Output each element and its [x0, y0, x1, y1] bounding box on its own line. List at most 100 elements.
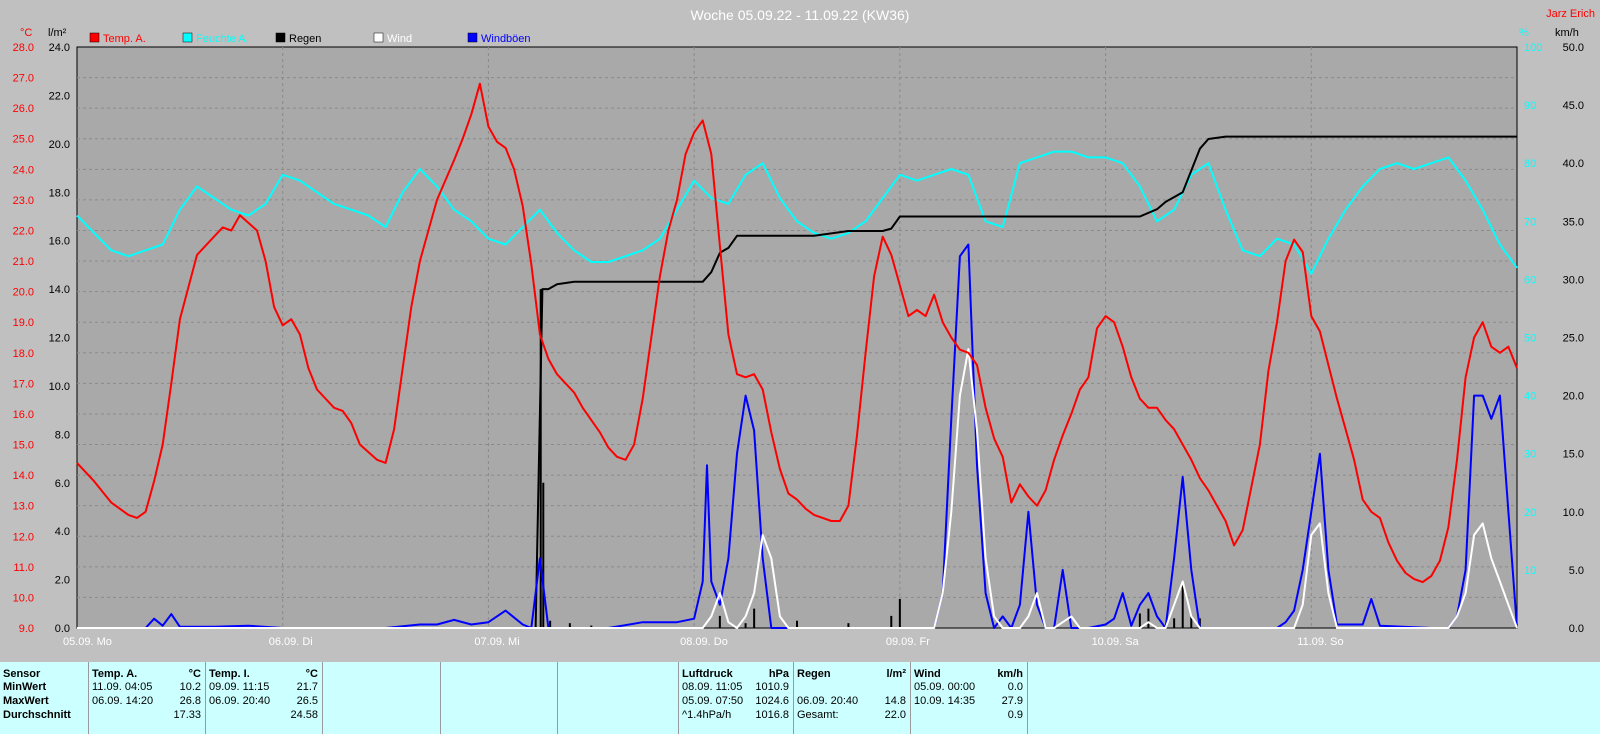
plot-area — [76, 46, 1518, 629]
row-label-min: MinWert — [3, 681, 47, 693]
rain-tick-label: 2.0 — [55, 575, 70, 587]
wind-tick-label: 40.0 — [1563, 158, 1584, 170]
humidity-tick-label: 70 — [1524, 216, 1536, 228]
rain-tick-label: 6.0 — [55, 478, 70, 490]
temp-tick-label: 15.0 — [13, 440, 34, 452]
luftdruck-min-time: 08.09. 11:05 — [682, 681, 743, 693]
humidity-tick-label: 30 — [1524, 449, 1536, 461]
humidity-tick-label: 40 — [1524, 391, 1536, 403]
regen-total-label: Gesamt: — [797, 709, 839, 721]
day-label: 11.09. So — [1297, 636, 1343, 648]
rain-unit-label: l/m² — [48, 27, 67, 39]
weather-chart: 28.0 27.0 26.0 25.0 24.0 23.0 22.0 21.0 20.0 19.0… — [0, 0, 1600, 662]
wind-unit-label: km/h — [1555, 27, 1579, 39]
legend-swatch — [373, 32, 384, 43]
stats-empty-column-2 — [441, 662, 558, 734]
temp-tick-label: 28.0 — [13, 42, 34, 54]
wind-unit: km/h — [997, 668, 1023, 680]
luftdruck-max-time: 05.09. 07:50 — [682, 695, 744, 707]
legend-label: Wind — [387, 33, 412, 45]
temp-i-avg-value: 24.58 — [290, 709, 318, 721]
day-label: 08.09. Do — [680, 636, 728, 648]
wind-tick-label: 45.0 — [1563, 100, 1584, 112]
wind-tick-label: 20.0 — [1563, 391, 1584, 403]
temp-tick-label: 10.0 — [13, 592, 34, 604]
stats-panel: Sensor MinWert MaxWert Durchschnitt Temp… — [0, 662, 1600, 734]
wind-tick-label: 35.0 — [1563, 216, 1584, 228]
regen-unit: l/m² — [886, 668, 906, 680]
wind-min-value: 0.0 — [1007, 681, 1023, 693]
stats-empty-column-1 — [323, 662, 441, 734]
temp-tick-label: 19.0 — [13, 317, 34, 329]
temp-tick-label: 27.0 — [13, 73, 34, 85]
temp-i-min-time: 09.09. 11:15 — [209, 681, 270, 693]
regen-max-value: 14.8 — [884, 695, 906, 707]
chart-title: Woche 05.09.22 - 11.09.22 (KW36) — [691, 7, 910, 23]
sensor-header: Sensor — [3, 668, 41, 680]
rain-tick-label: 8.0 — [55, 429, 70, 441]
wind-tick-label: 0.0 — [1569, 623, 1584, 635]
legend-label: Windböen — [481, 33, 531, 45]
wind-max-value: 27.9 — [1001, 695, 1023, 707]
temp-tick-label: 11.0 — [13, 562, 34, 574]
temp-tick-label: 14.0 — [13, 470, 34, 482]
stats-empty-column-4 — [1028, 662, 1600, 734]
legend-swatch — [182, 32, 193, 43]
luftdruck-trend: ^1.4hPa/h — [682, 709, 732, 721]
legend-swatch — [275, 32, 286, 43]
temp-i-max-value: 26.5 — [296, 695, 318, 707]
temp-tick-label: 23.0 — [13, 195, 34, 207]
stats-temp-a-column: Temp. A. °C 11.09. 04:05 10.2 06.09. 14:20… — [89, 662, 206, 734]
luftdruck-avg-value: 1016.8 — [755, 709, 789, 721]
temp-i-min-value: 21.7 — [296, 681, 318, 693]
wind-tick-label: 10.0 — [1563, 507, 1584, 519]
humidity-tick-label: 20 — [1524, 507, 1536, 519]
temp-tick-label: 22.0 — [13, 225, 34, 237]
temp-tick-label: 26.0 — [13, 103, 34, 115]
wind-tick-label: 5.0 — [1569, 565, 1584, 577]
rain-tick-label: 16.0 — [49, 236, 70, 248]
luftdruck-header: Luftdruck — [682, 668, 733, 680]
stats-luftdruck-column: Luftdruck hPa 08.09. 11:05 1010.9 05.09. 0… — [679, 662, 794, 734]
stats-regen-column: Regen l/m² 06.09. 20:40 14.8 Gesamt: 22.0 — [794, 662, 911, 734]
humidity-tick-label: 80 — [1524, 158, 1536, 170]
wind-tick-label: 25.0 — [1563, 333, 1584, 345]
regen-total-value: 22.0 — [884, 709, 906, 721]
rain-tick-label: 14.0 — [49, 284, 70, 296]
legend-label: Regen — [289, 33, 321, 45]
humidity-tick-label: 10 — [1524, 565, 1536, 577]
rain-tick-label: 20.0 — [49, 139, 70, 151]
wind-max-time: 10.09. 14:35 — [914, 695, 976, 707]
temp-i-header: Temp. I. — [209, 668, 250, 680]
rain-tick-label: 0.0 — [55, 623, 70, 635]
temp-unit-label: °C — [20, 27, 32, 39]
wind-tick-label: 50.0 — [1563, 42, 1584, 54]
temp-tick-label: 25.0 — [13, 134, 34, 146]
temp-i-max-time: 06.09. 20:40 — [209, 695, 271, 707]
rain-tick-label: 24.0 — [49, 42, 70, 54]
temp-tick-label: 20.0 — [13, 287, 34, 299]
wind-avg-value: 0.9 — [1007, 709, 1023, 721]
wind-tick-label: 30.0 — [1563, 274, 1584, 286]
legend-label: Temp. A. — [103, 33, 146, 45]
temp-tick-label: 24.0 — [13, 164, 34, 176]
wind-tick-label: 15.0 — [1563, 449, 1584, 461]
temp-tick-label: 13.0 — [13, 501, 34, 513]
stats-temp-i-column: Temp. I. °C 09.09. 11:15 21.7 06.09. 20:40… — [206, 662, 323, 734]
regen-max-time: 06.09. 20:40 — [797, 695, 859, 707]
legend-swatch — [89, 32, 100, 43]
temp-a-avg-value: 17.33 — [173, 709, 201, 721]
luftdruck-unit: hPa — [768, 668, 789, 680]
day-label: 05.09. Mo — [63, 636, 112, 648]
rain-tick-label: 22.0 — [49, 90, 70, 102]
luftdruck-min-value: 1010.9 — [755, 681, 789, 693]
humidity-tick-label: 90 — [1524, 100, 1536, 112]
row-label-max: MaxWert — [3, 695, 49, 707]
luftdruck-max-value: 1024.6 — [755, 695, 789, 707]
legend-swatch — [467, 32, 478, 43]
author-label: Jarz Erich — [1546, 8, 1595, 20]
humidity-tick-label: 100 — [1524, 42, 1542, 54]
row-label-avg: Durchschnitt — [3, 709, 71, 721]
humidity-unit-label: % — [1519, 27, 1529, 39]
temp-tick-label: 18.0 — [13, 348, 34, 360]
